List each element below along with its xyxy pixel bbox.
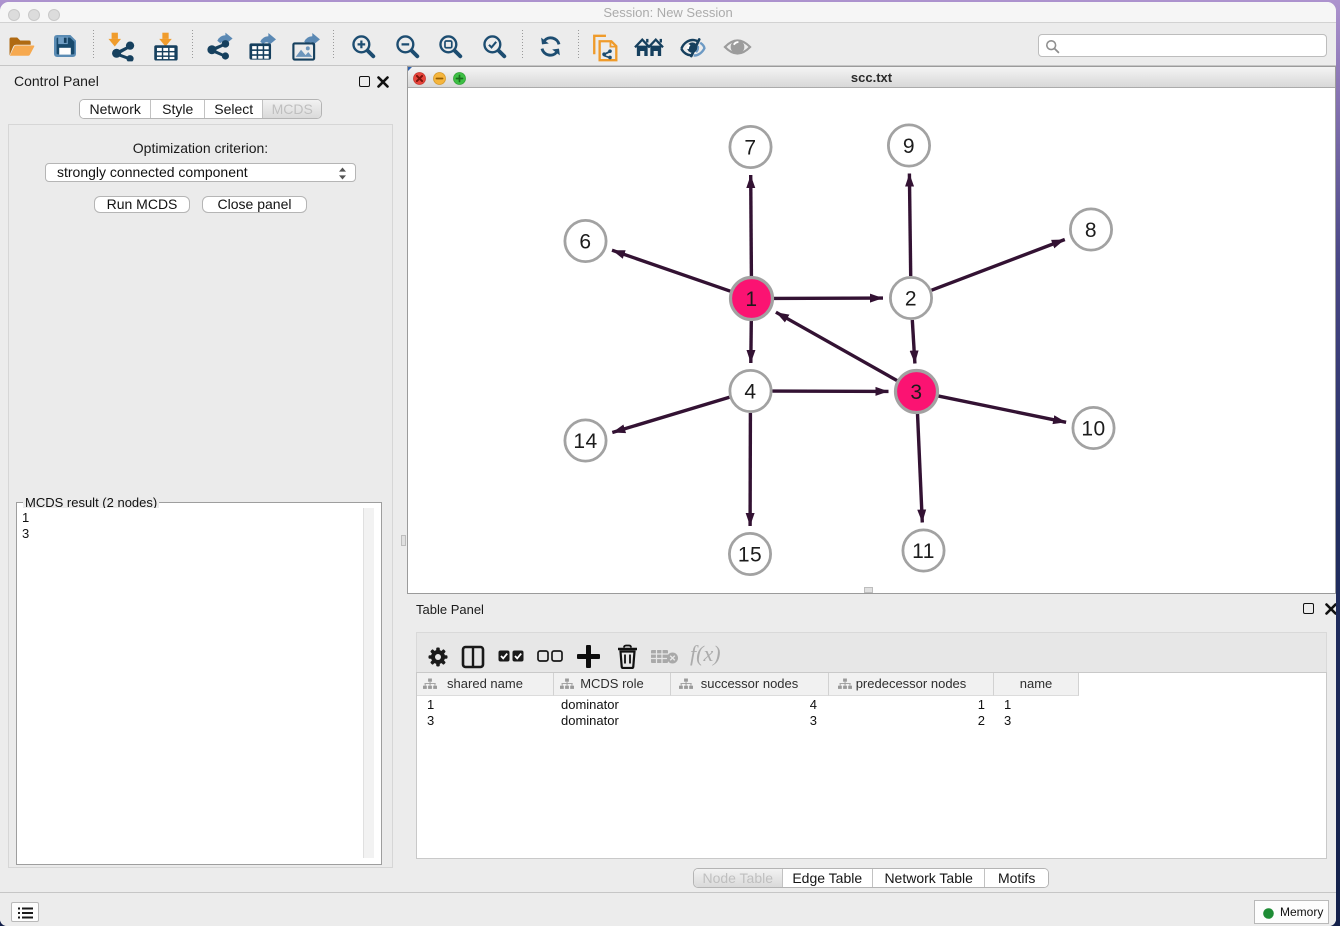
svg-text:7: 7 [744, 137, 756, 160]
svg-text:14: 14 [573, 430, 597, 453]
svg-text:10: 10 [1081, 418, 1105, 441]
svg-text:6: 6 [579, 231, 591, 254]
svg-text:1: 1 [745, 288, 757, 311]
svg-text:2: 2 [905, 288, 917, 311]
svg-text:9: 9 [903, 135, 915, 158]
svg-text:3: 3 [910, 381, 922, 404]
svg-text:15: 15 [738, 544, 762, 567]
svg-text:11: 11 [912, 540, 935, 563]
svg-text:8: 8 [1085, 219, 1097, 242]
svg-text:4: 4 [744, 381, 756, 404]
